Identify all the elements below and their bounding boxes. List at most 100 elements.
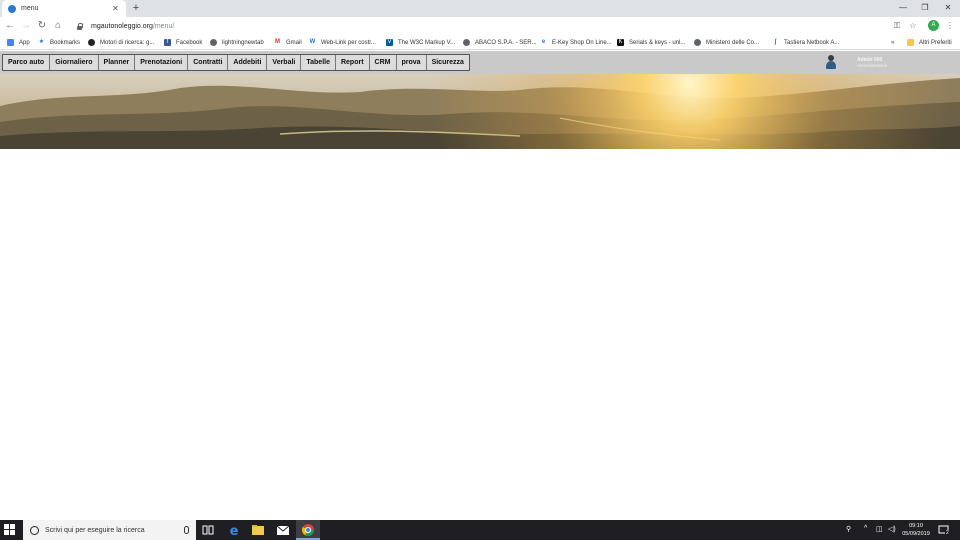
chrome-taskbar-button[interactable] — [296, 520, 320, 540]
home-button[interactable]: ⌂ — [51, 19, 65, 33]
menu-giornaliero[interactable]: Giornaliero — [50, 55, 99, 70]
user-avatar-icon[interactable] — [826, 55, 836, 69]
start-tile — [4, 524, 9, 529]
bookmark-label: E-Key Shop On Line... — [552, 39, 612, 46]
notification-count-badge: 2 — [945, 530, 950, 536]
globe-dark-icon — [88, 39, 95, 46]
windows-taskbar: Scrivi qui per eseguire la ricerca e ⚲ ^… — [0, 520, 960, 540]
mail-icon[interactable] — [276, 523, 290, 537]
bookmark-label: Gmail — [286, 39, 302, 46]
bookmark-w3c[interactable]: V The W3C Markup V... — [386, 37, 455, 48]
main-menu: Parco auto Giornaliero Planner Prenotazi… — [2, 54, 470, 71]
svg-text:e: e — [230, 524, 239, 537]
bookmark-other[interactable]: Altri Preferiti — [907, 37, 952, 48]
tray-chevron-up-icon[interactable]: ^ — [864, 525, 867, 532]
edge-browser-icon[interactable]: e — [227, 523, 241, 537]
bookmark-label: Ministero delle Co... — [706, 39, 760, 46]
reload-button[interactable]: ↻ — [35, 19, 49, 33]
menu-prenotazioni[interactable]: Prenotazioni — [135, 55, 189, 70]
apps-grid-icon — [7, 39, 14, 46]
taskbar-clock[interactable]: 09:10 05/09/2019 — [897, 522, 935, 538]
bookmark-app[interactable]: App — [7, 37, 30, 48]
start-tile — [10, 530, 15, 535]
address-bar[interactable]: mgautonoleggio.org /menu/ — [70, 19, 890, 33]
menu-parco-auto[interactable]: Parco auto — [3, 55, 51, 70]
gmail-icon: M — [275, 39, 280, 45]
bookmark-label: Bookmarks — [50, 39, 81, 46]
ekey-icon: e — [541, 39, 546, 45]
task-view-icon[interactable] — [201, 523, 215, 537]
menu-sicurezza[interactable]: Sicurezza — [427, 55, 469, 70]
browser-menu-icon[interactable]: ⋮ — [944, 19, 956, 33]
file-explorer-icon[interactable] — [251, 523, 265, 537]
search-placeholder: Scrivi qui per eseguire la ricerca — [45, 526, 145, 534]
avatar-body — [826, 61, 836, 69]
windows-start-icon[interactable] — [4, 524, 16, 536]
bookmark-weblink[interactable]: W Web-Link per costr... — [309, 37, 376, 48]
bookmark-lightningnewtab[interactable]: lightningnewtab — [210, 37, 264, 48]
volume-icon[interactable]: ◁) — [888, 525, 896, 533]
bookmark-facebook[interactable]: f Facebook — [164, 37, 202, 48]
menu-report[interactable]: Report — [336, 55, 370, 70]
menu-planner[interactable]: Planner — [99, 55, 136, 70]
weblink-icon: W — [309, 39, 316, 45]
bookmark-label: Motori di ricerca: g... — [100, 39, 155, 46]
site-favicon-icon — [8, 4, 16, 13]
menu-crm[interactable]: CRM — [370, 55, 397, 70]
url-path: /menu/ — [152, 22, 175, 30]
mountain-sunset-image — [0, 74, 960, 149]
bookmark-star-icon[interactable]: ☆ — [907, 19, 919, 33]
tastiera-icon: ʃ — [774, 39, 777, 45]
minimize-button[interactable]: — — [892, 0, 914, 17]
network-icon[interactable]: ◫ — [876, 525, 883, 533]
bookmark-label: The W3C Markup V... — [398, 39, 456, 46]
clock-date: 05/09/2019 — [902, 531, 930, 537]
menu-tabelle[interactable]: Tabelle — [301, 55, 336, 70]
menu-prova[interactable]: prova — [397, 55, 427, 70]
globe-icon — [210, 39, 217, 46]
header-banner-image — [0, 74, 960, 149]
bookmark-bookmarks[interactable]: ★ Bookmarks — [38, 37, 80, 48]
bookmark-tastiera[interactable]: ʃ Tastiera Netbook A... — [772, 37, 840, 48]
menu-verbali[interactable]: Verbali — [267, 55, 302, 70]
chrome-icon — [301, 524, 314, 537]
more-bookmarks-chevron-icon[interactable]: » — [891, 37, 894, 48]
menu-addebiti[interactable]: Addebiti — [228, 55, 268, 70]
user-role: Amministratore — [857, 63, 888, 68]
back-button[interactable]: ← — [3, 19, 17, 33]
start-tile — [4, 530, 9, 535]
bookmark-serials[interactable]: K Serials & keys - unl... — [617, 37, 685, 48]
microphone-icon[interactable] — [184, 526, 189, 534]
forward-button[interactable]: → — [19, 19, 33, 33]
bookmark-abaco[interactable]: ABACO S.P.A. - SER... — [463, 37, 537, 48]
bookmark-label: App — [19, 39, 30, 46]
taskbar-search-box[interactable]: Scrivi qui per eseguire la ricerca — [23, 520, 196, 540]
bookmark-label: lightningnewtab — [222, 39, 264, 46]
tab-close-icon[interactable]: ✕ — [111, 4, 120, 13]
bookmark-ekey[interactable]: e E-Key Shop On Line... — [540, 37, 612, 48]
tab-menu[interactable]: menu ✕ — [2, 0, 126, 17]
bookmark-ministero[interactable]: Ministero delle Co... — [694, 37, 759, 48]
cortana-icon — [30, 525, 39, 535]
bookmark-label: Tastiera Netbook A... — [784, 39, 840, 46]
bookmark-label: Altri Preferiti — [919, 39, 952, 46]
tab-title: menu — [21, 5, 39, 12]
lock-icon — [76, 22, 83, 30]
close-window-button[interactable]: ✕ — [937, 0, 959, 17]
clock-time: 09:10 — [909, 523, 923, 529]
new-tab-button[interactable]: + — [130, 1, 142, 15]
facebook-icon: f — [164, 39, 171, 46]
restore-button[interactable]: ❐ — [914, 0, 936, 17]
folder-icon — [907, 39, 914, 46]
star-icon: ★ — [38, 39, 45, 45]
people-icon[interactable]: ⚲ — [846, 525, 851, 533]
serials-icon: K — [617, 39, 624, 46]
bookmark-gmail[interactable]: M Gmail — [274, 37, 302, 48]
profile-avatar[interactable]: A — [928, 20, 939, 31]
bookmark-motori[interactable]: Motori di ricerca: g... — [88, 37, 154, 48]
bookmark-label: Web-Link per costr... — [321, 39, 376, 46]
key-icon[interactable]: ⚿ — [891, 19, 903, 33]
menu-contratti[interactable]: Contratti — [188, 55, 229, 70]
bookmark-label: Facebook — [176, 39, 203, 46]
browser-toolbar: ← → ↻ ⌂ mgautonoleggio.org /menu/ ⚿ ☆ A … — [0, 17, 960, 35]
